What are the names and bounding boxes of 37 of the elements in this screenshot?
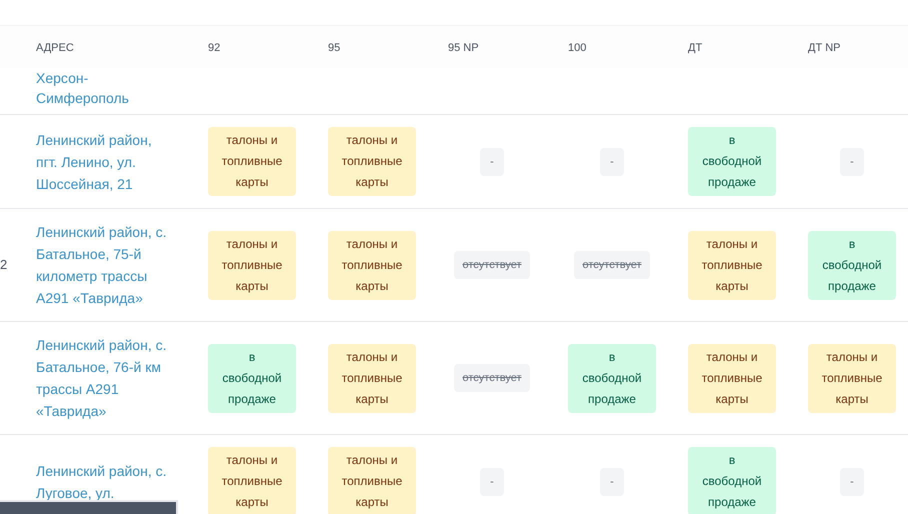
fuel-status-badge: талоны и топливные карты [328,127,416,196]
address-link[interactable]: Ленинский район, с. Батальное, 75-й километр трассы А291 «Таврида» [36,221,170,309]
fuel-status-badge: - [600,148,624,176]
fuel-status-badge: талоны и топливные карты [328,230,416,300]
address-link[interactable]: Херсон- Симферополь [36,68,170,108]
address-link[interactable]: Ленинский район, с. Батальное, 76-й км трассы А291 «Таврида» [36,334,170,422]
row-number: 2 [0,256,8,274]
column-header: АДРЕС [36,42,74,54]
address-link[interactable]: Ленинский район, пгт. Ленино, ул. Шоссейная, 21 [36,128,170,194]
fuel-status-badge: - [480,468,504,496]
fuel-status-badge: отсутствует [454,364,530,392]
fuel-status-badge: в свободной продаже [208,344,296,412]
column-header: ДТ NP [808,42,841,54]
fuel-status-badge: в свободной продаже [568,344,656,412]
column-header: 92 [208,42,220,54]
address-link[interactable]: Ленинский район, с. Луговое, ул. [36,460,170,504]
fuel-status-badge: талоны и топливные карты [328,447,416,514]
fuel-status-badge: - [480,148,504,176]
fuel-status-badge: отсутствует [454,251,530,279]
fuel-status-badge: талоны и топливные карты [328,344,416,412]
fuel-status-badge: талоны и топливные карты [688,230,776,300]
fuel-status-badge: - [600,468,624,496]
column-header: 95 NP [448,42,479,54]
fuel-status-badge: талоны и топливные карты [208,447,296,514]
fuel-status-badge: отсутствует [574,251,650,279]
fuel-status-badge: талоны и топливные карты [688,344,776,412]
fuel-status-badge: в свободной продаже [688,447,776,514]
fuel-status-badge: в свободной продаже [688,127,776,196]
fuel-status-badge: в свободной продаже [808,230,896,300]
column-header: ДТ [688,42,702,54]
fuel-status-badge: - [840,148,864,176]
fuel-status-badge: - [840,468,864,496]
fuel-status-badge: талоны и топливные карты [208,230,296,300]
column-header: 95 [328,42,340,54]
column-header: 100 [568,42,586,54]
fuel-status-badge: талоны и топливные карты [208,127,296,196]
fuel-status-badge: талоны и топливные карты [808,344,896,412]
